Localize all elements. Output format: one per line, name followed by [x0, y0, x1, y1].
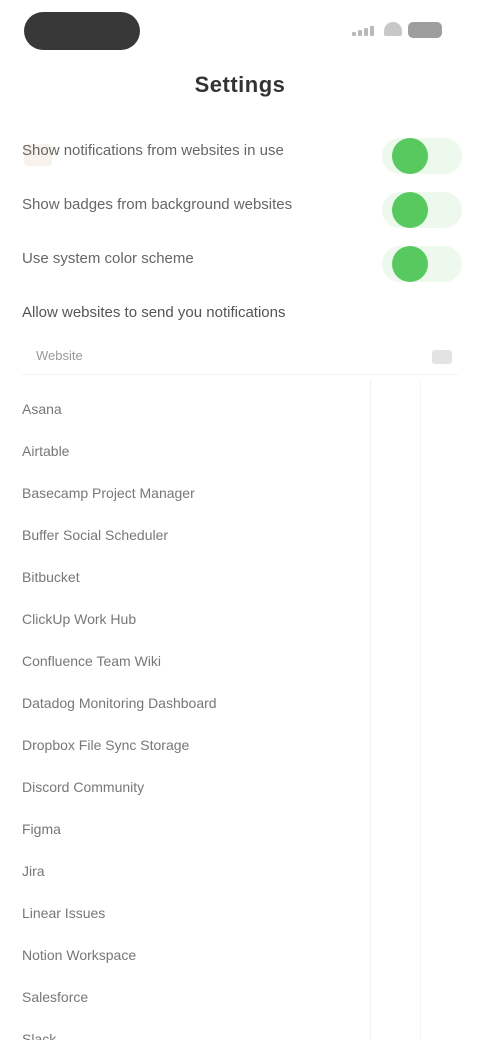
- column-divider: [370, 380, 371, 1040]
- column-divider: [420, 380, 421, 1040]
- notifications-in-use-toggle[interactable]: [382, 138, 462, 174]
- column-header-website[interactable]: Website: [36, 348, 83, 363]
- page-title: Settings: [194, 72, 286, 97]
- wifi-icon: [384, 22, 402, 36]
- list-item[interactable]: Bitbucket: [22, 556, 362, 598]
- toggle-row-background-badges: Show badges from background websites: [22, 184, 462, 232]
- list-item[interactable]: Airtable: [22, 430, 362, 472]
- toggle-knob: [392, 192, 428, 228]
- toggle-label: Use system color scheme: [22, 250, 194, 267]
- toggle-label: Show notifications from websites in use: [22, 142, 284, 159]
- dynamic-island: [24, 12, 140, 50]
- list-item[interactable]: Discord Community: [22, 766, 362, 808]
- settings-screen: Settings Show notifications from website…: [0, 0, 480, 1040]
- list-item[interactable]: ClickUp Work Hub: [22, 598, 362, 640]
- signal-icon: [352, 26, 378, 36]
- list-item[interactable]: Notion Workspace: [22, 934, 362, 976]
- color-scheme-toggle[interactable]: [382, 246, 462, 282]
- toggle-knob: [392, 246, 428, 282]
- list-item[interactable]: Figma: [22, 808, 362, 850]
- toggle-label: Show badges from background websites: [22, 196, 293, 213]
- table-header: Website: [22, 342, 458, 375]
- list-item[interactable]: Basecamp Project Manager: [22, 472, 362, 514]
- background-badges-toggle[interactable]: [382, 192, 462, 228]
- sort-icon[interactable]: [432, 350, 452, 364]
- list-item[interactable]: Confluence Team Wiki: [22, 640, 362, 682]
- list-item[interactable]: Dropbox File Sync Storage: [22, 724, 362, 766]
- list-item[interactable]: Linear Issues: [22, 892, 362, 934]
- battery-icon: [408, 22, 442, 38]
- site-list: Asana Airtable Basecamp Project Manager …: [22, 388, 362, 1040]
- status-bar: [0, 0, 480, 64]
- toggle-row-notifications-in-use: Show notifications from websites in use: [22, 130, 462, 178]
- list-item[interactable]: Datadog Monitoring Dashboard: [22, 682, 362, 724]
- list-item[interactable]: Jira: [22, 850, 362, 892]
- list-item[interactable]: Asana: [22, 388, 362, 430]
- list-item[interactable]: Slack: [22, 1018, 362, 1040]
- list-item[interactable]: Salesforce: [22, 976, 362, 1018]
- toggle-row-color-scheme: Use system color scheme: [22, 238, 462, 286]
- list-item[interactable]: Buffer Social Scheduler: [22, 514, 362, 556]
- section-header: Allow websites to send you notifications: [22, 304, 286, 321]
- toggle-knob: [392, 138, 428, 174]
